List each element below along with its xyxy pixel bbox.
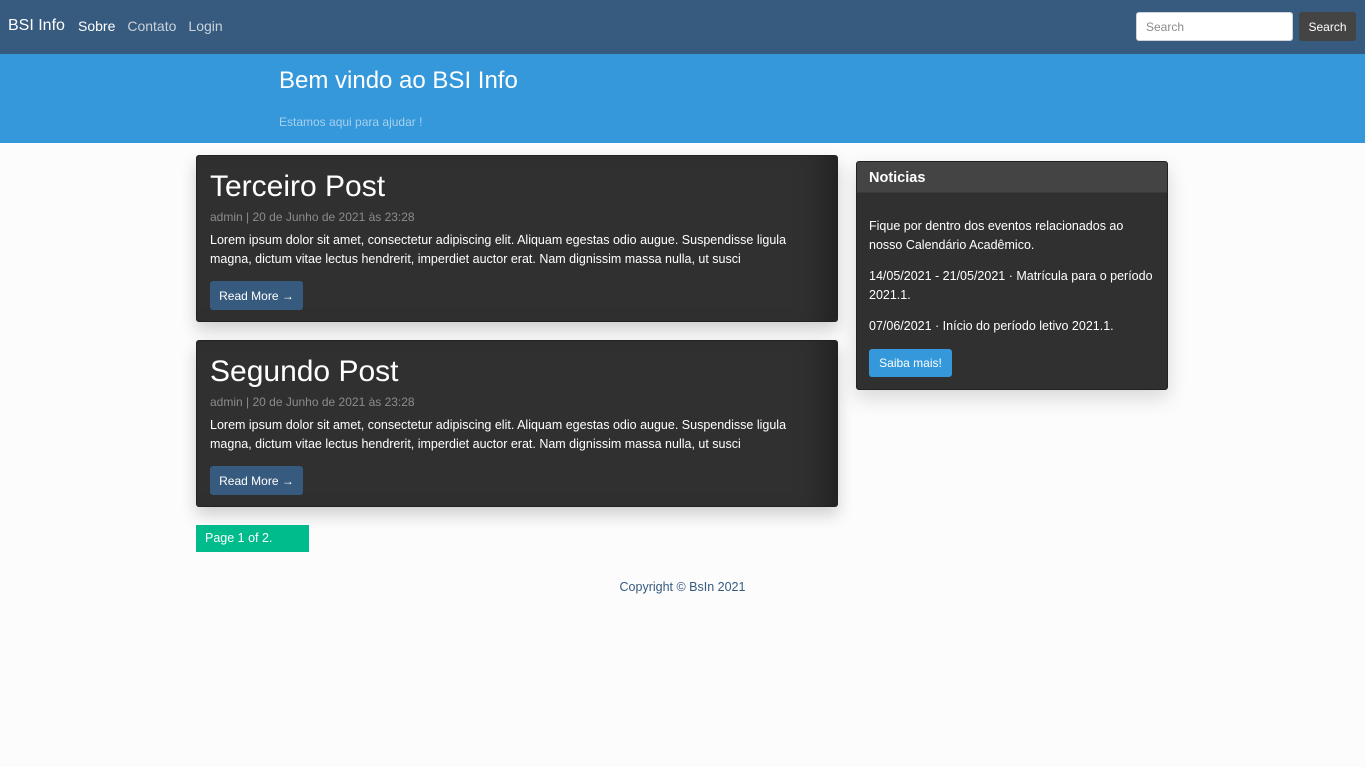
post-meta: admin | 20 de Junho de 2021 às 23:28 — [210, 210, 415, 224]
hero-subtitle: Estamos aqui para ajudar ! — [279, 115, 423, 129]
search-button[interactable]: Search — [1299, 12, 1356, 41]
brand-link[interactable]: BSI Info — [8, 15, 65, 37]
post-meta: admin | 20 de Junho de 2021 às 23:28 — [210, 395, 415, 409]
post-excerpt: Lorem ipsum dolor sit amet, consectetur … — [210, 418, 787, 451]
sidebar-title: Noticias — [869, 170, 926, 186]
top-navbar: BSI Info Sobre Contato Login Search — [0, 0, 1365, 54]
nav-link-contato[interactable]: Contato — [127, 17, 176, 35]
news-paragraph: 14/05/2021 - 21/05/2021 · Matrícula para… — [869, 269, 1153, 302]
sidebar-header: Noticias — [857, 162, 1167, 193]
news-paragraph: Fique por dentro dos eventos relacionado… — [869, 219, 1124, 252]
hero-title: Bem vindo ao BSI Info — [279, 67, 518, 94]
search-input[interactable] — [1136, 12, 1293, 41]
read-more-button[interactable]: Read More → — [210, 281, 303, 310]
nav-link-sobre[interactable]: Sobre — [78, 17, 115, 35]
nav-links: Sobre Contato Login — [78, 17, 235, 35]
post-excerpt: Lorem ipsum dolor sit amet, consectetur … — [210, 233, 787, 266]
hero-banner: Bem vindo ao BSI Info Estamos aqui para … — [0, 54, 1365, 143]
read-more-button[interactable]: Read More → — [210, 466, 303, 495]
news-paragraph: 07/06/2021 · Início do período letivo 20… — [869, 319, 1114, 333]
footer-copyright: Copyright © BsIn 2021 — [619, 580, 746, 594]
news-sidebar: Noticias Fique por dentro dos eventos re… — [856, 161, 1168, 390]
pagination-status: Page 1 of 2. — [196, 525, 309, 552]
nav-link-login[interactable]: Login — [188, 17, 222, 35]
post-card: Segundo Post admin | 20 de Junho de 2021… — [196, 340, 838, 507]
post-title: Segundo Post — [210, 355, 399, 388]
post-card: Terceiro Post admin | 20 de Junho de 202… — [196, 155, 838, 322]
saiba-mais-button[interactable]: Saiba mais! — [869, 349, 952, 377]
post-title: Terceiro Post — [210, 170, 386, 203]
